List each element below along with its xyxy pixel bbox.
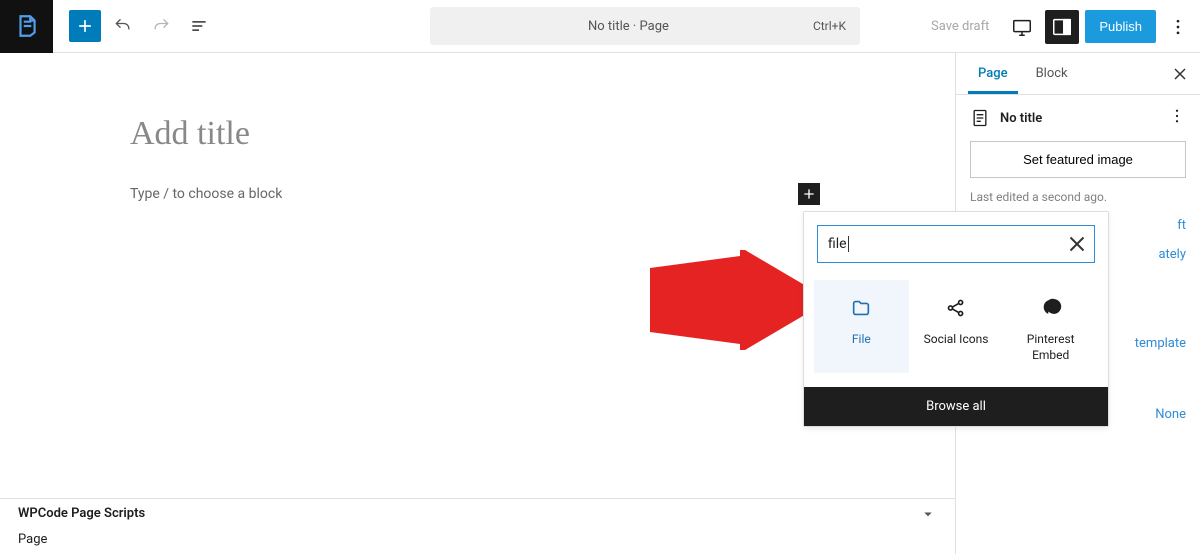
close-sidebar-button[interactable] [1170, 64, 1190, 84]
hidden-link-fragment[interactable]: ft [1120, 218, 1186, 233]
logo-icon [14, 13, 40, 39]
share-icon [945, 297, 967, 319]
document-summary-title: No title [1000, 111, 1158, 126]
site-logo[interactable] [0, 0, 53, 53]
block-label: Social Icons [913, 332, 1000, 348]
document-overview-button[interactable] [183, 10, 215, 42]
breadcrumb: Page [0, 528, 955, 554]
top-toolbar: No title · Page Ctrl+K Save draft Publis… [0, 0, 1200, 53]
page-icon [970, 108, 990, 128]
list-view-icon [189, 16, 209, 36]
block-label: File [818, 332, 905, 348]
document-title: No title · Page [444, 19, 813, 34]
device-desktop-icon [1011, 16, 1033, 38]
more-options-button[interactable] [1162, 17, 1194, 37]
block-option-pinterest[interactable]: Pinterest Embed [1003, 280, 1098, 373]
undo-icon [113, 16, 133, 36]
close-icon [1170, 64, 1190, 84]
preview-button[interactable] [1005, 10, 1039, 44]
block-option-file[interactable]: File [814, 280, 909, 373]
inserter-results: File Social Icons Pinterest Embed [804, 276, 1108, 387]
left-tools [69, 10, 215, 42]
default-block-row: Type / to choose a block [130, 183, 955, 205]
inserter-search-box[interactable]: file [817, 225, 1095, 263]
browse-all-button[interactable]: Browse all [804, 387, 1108, 426]
document-summary: No title [970, 107, 1186, 129]
close-icon [1064, 231, 1090, 257]
publish-button[interactable]: Publish [1085, 10, 1156, 43]
add-block-button[interactable] [798, 183, 820, 205]
hidden-link-fragment[interactable]: template [1120, 336, 1186, 351]
default-block-prompt[interactable]: Type / to choose a block [130, 186, 282, 202]
kebab-icon [1168, 107, 1186, 125]
search-input-value: file [828, 236, 847, 252]
tab-page[interactable]: Page [964, 54, 1022, 93]
set-featured-image-button[interactable]: Set featured image [970, 141, 1186, 178]
clear-search-button[interactable] [1064, 231, 1090, 257]
post-title-input[interactable]: Add title [130, 115, 955, 153]
parent-value[interactable]: None [1155, 407, 1186, 422]
undo-button[interactable] [107, 10, 139, 42]
document-title-bar[interactable]: No title · Page Ctrl+K [430, 7, 860, 45]
sidebar-tabs: Page Block [956, 53, 1200, 95]
document-actions-button[interactable] [1168, 107, 1186, 129]
chevron-down-icon [919, 505, 937, 523]
settings-sidebar-toggle[interactable] [1045, 10, 1079, 44]
plus-icon [75, 16, 95, 36]
hidden-link-fragment[interactable]: ately [1120, 247, 1186, 262]
block-label: Pinterest Embed [1007, 332, 1094, 363]
top-right-controls: Save draft Publish [921, 0, 1200, 53]
last-edited-text: Last edited a second ago. [970, 190, 1186, 204]
wpcode-panel-label: WPCode Page Scripts [18, 506, 145, 521]
redo-button[interactable] [145, 10, 177, 42]
kebab-icon [1168, 17, 1188, 37]
pinterest-icon [1040, 297, 1062, 319]
block-option-social-icons[interactable]: Social Icons [909, 280, 1004, 373]
block-inserter-popover: file File Social Icons Pinterest Embed B… [803, 211, 1109, 427]
command-palette-shortcut: Ctrl+K [813, 19, 846, 33]
tab-block[interactable]: Block [1022, 54, 1082, 93]
save-draft-button[interactable]: Save draft [921, 11, 999, 42]
breadcrumb-item[interactable]: Page [18, 532, 47, 547]
text-cursor [848, 236, 849, 252]
file-icon [850, 297, 872, 319]
sidebar-icon [1051, 16, 1073, 38]
wpcode-panel-toggle[interactable]: WPCode Page Scripts [0, 498, 955, 528]
block-inserter-button[interactable] [69, 10, 101, 42]
plus-icon [801, 186, 817, 202]
redo-icon [151, 16, 171, 36]
